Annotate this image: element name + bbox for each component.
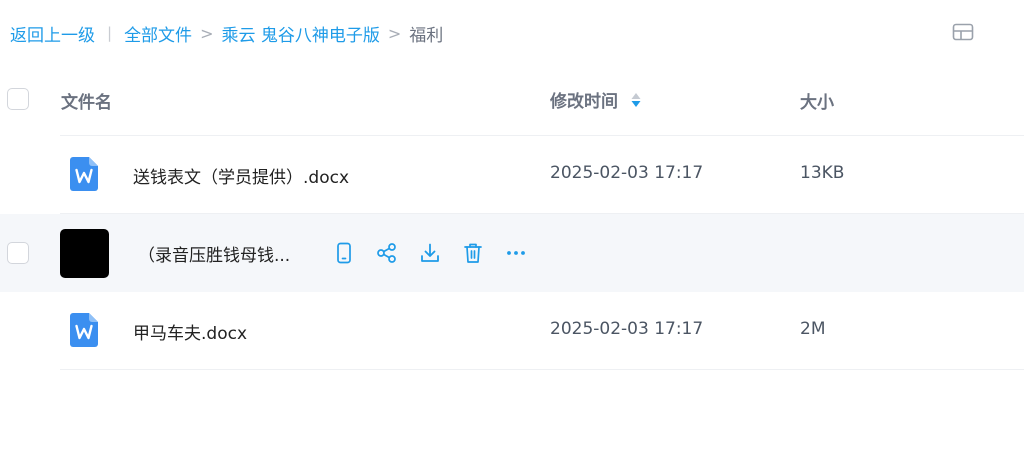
column-header-name[interactable]: 文件名 [61, 88, 112, 113]
file-name[interactable]: 送钱表文（学员提供）.docx [133, 163, 349, 188]
divider [60, 369, 1024, 370]
table-header: 文件名 修改时间 大小 [0, 62, 1024, 136]
file-name[interactable]: （录音压胜钱母钱... [138, 241, 290, 266]
breadcrumb-folder[interactable]: 乘云 鬼谷八神电子版 [221, 21, 379, 46]
word-doc-icon [70, 313, 98, 347]
view-toggle-icon[interactable] [952, 22, 974, 42]
back-link[interactable]: 返回上一级 [10, 21, 95, 46]
file-modified: 2025-02-03 17:17 [550, 319, 704, 339]
share-icon[interactable] [376, 242, 398, 264]
file-name[interactable]: 甲马车夫.docx [133, 319, 247, 344]
download-icon[interactable] [419, 242, 441, 264]
table-row[interactable]: （录音压胜钱母钱... [0, 214, 1024, 292]
select-all-checkbox[interactable] [7, 88, 29, 110]
breadcrumb-all-files[interactable]: 全部文件 [124, 21, 192, 46]
breadcrumb-current: 福利 [409, 25, 444, 46]
file-modified: 2025-02-03 17:17 [550, 163, 704, 183]
breadcrumb-arrow: > [200, 23, 214, 43]
image-thumbnail [60, 229, 109, 278]
row-checkbox[interactable] [7, 242, 29, 264]
breadcrumb-arrow: > [387, 23, 402, 43]
word-doc-icon [70, 157, 98, 191]
column-header-size[interactable]: 大小 [800, 88, 834, 113]
phone-icon[interactable] [333, 242, 355, 264]
sort-icon[interactable] [630, 91, 642, 109]
column-header-modified[interactable]: 修改时间 [550, 87, 642, 112]
file-size: 2M [800, 319, 826, 339]
breadcrumb: 返回上一级 | 全部文件 > 乘云 鬼谷八神电子版 > 福利 [10, 20, 443, 46]
row-actions [333, 241, 527, 265]
table-row[interactable]: 甲马车夫.docx 2025-02-03 17:17 2M [0, 292, 1024, 370]
breadcrumb-separator: | [107, 24, 113, 42]
table-row[interactable]: 送钱表文（学员提供）.docx 2025-02-03 17:17 13KB [0, 136, 1024, 214]
column-header-modified-label: 修改时间 [550, 92, 618, 112]
file-size: 13KB [800, 163, 845, 183]
delete-icon[interactable] [462, 242, 484, 264]
more-icon[interactable] [505, 242, 527, 264]
